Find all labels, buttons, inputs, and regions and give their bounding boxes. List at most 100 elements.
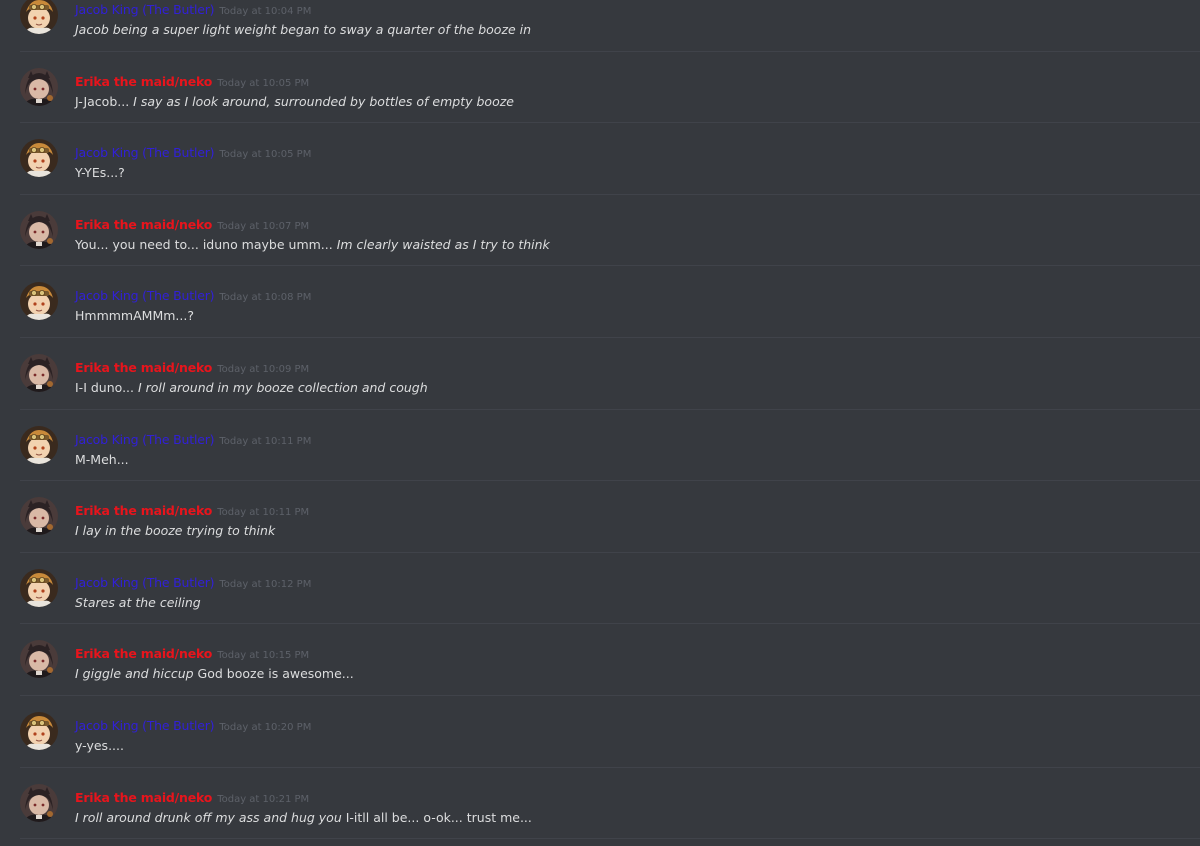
message-text-italic: I roll around drunk off my ass and hug y… — [75, 809, 342, 825]
message-body: Erika the maid/neko Today at 10:07 PM You.… — [75, 216, 1200, 254]
message-header: Erika the maid/neko Today at 10:11 PM — [75, 502, 1200, 518]
author-name[interactable]: Erika the maid/neko — [75, 217, 212, 232]
message-header: Erika the maid/neko Today at 10:21 PM — [75, 789, 1200, 805]
message-body: Erika the maid/neko Today at 10:09 PM I-I … — [75, 359, 1200, 397]
message-content: You... you need to... iduno maybe umm...… — [75, 236, 1200, 254]
avatar[interactable] — [20, 425, 58, 464]
message-body: Erika the maid/neko Today at 10:05 PM J-Ja… — [75, 73, 1200, 111]
message-content: Y-YEs...? — [75, 164, 1200, 182]
message-text: Y-YEs...? — [75, 165, 125, 181]
message-header: Jacob King (The Butler) Today at 10:12 PM — [75, 574, 1200, 590]
timestamp: Today at 10:15 PM — [217, 650, 310, 662]
message-text: M-Meh... — [75, 451, 129, 467]
message-body: Jacob King (The Butler) Today at 10:11 PM… — [75, 431, 1200, 469]
message-group: Erika the maid/neko Today at 10:15 PM I gi… — [20, 624, 1200, 696]
message-text: J-Jacob... — [75, 93, 134, 109]
message-header: Jacob King (The Butler) Today at 10:20 PM — [75, 717, 1200, 733]
timestamp: Today at 10:09 PM — [217, 363, 310, 375]
timestamp: Today at 10:05 PM — [217, 77, 310, 89]
message-group: Jacob King (The Butler) Today at 10:20 PM… — [20, 696, 1200, 768]
author-name[interactable]: Jacob King (The Butler) — [75, 288, 215, 303]
message-header: Erika the maid/neko Today at 10:15 PM — [75, 645, 1200, 661]
message-group: Erika the maid/neko Today at 10:05 PM J-Ja… — [20, 52, 1200, 124]
message-body: Jacob King (The Butler) Today at 10:12 PM… — [75, 574, 1200, 612]
message-header: Jacob King (The Butler) Today at 10:11 PM — [75, 431, 1200, 447]
message-text-italic: I say as I look around, surrounded by bo… — [133, 93, 514, 109]
message-group: Erika the maid/neko Today at 10:07 PM You.… — [20, 195, 1200, 267]
message-content: HmmmmAMMm...? — [75, 307, 1200, 325]
author-name[interactable]: Jacob King (The Butler) — [75, 718, 215, 733]
timestamp: Today at 10:21 PM — [217, 793, 310, 805]
avatar[interactable] — [20, 353, 58, 392]
author-name[interactable]: Jacob King (The Butler) — [75, 2, 215, 17]
message-header: Erika the maid/neko Today at 10:07 PM — [75, 216, 1200, 232]
author-name[interactable]: Erika the maid/neko — [75, 74, 212, 89]
timestamp: Today at 10:12 PM — [219, 578, 312, 590]
avatar[interactable] — [20, 210, 58, 249]
message-body: Erika the maid/neko Today at 10:11 PM I la… — [75, 502, 1200, 540]
message-content: y-yes.... — [75, 737, 1200, 755]
message-text: I-itll all be... o-ok... trust me... — [341, 809, 532, 825]
message-body: Jacob King (The Butler) Today at 10:20 PM… — [75, 717, 1200, 755]
message-group: Jacob King (The Butler) Today at 10:11 PM… — [20, 410, 1200, 482]
author-name[interactable]: Erika the maid/neko — [75, 646, 212, 661]
message-header: Erika the maid/neko Today at 10:09 PM — [75, 359, 1200, 375]
message-group: Jacob King (The Butler) Today at 10:05 PM… — [20, 123, 1200, 195]
message-text-italic: I giggle and hiccup — [75, 666, 194, 682]
message-group: Jacob King (The Butler) Today at 10:12 PM… — [20, 553, 1200, 625]
avatar[interactable] — [20, 497, 58, 536]
avatar[interactable] — [20, 711, 58, 750]
message-text: You... you need to... iduno maybe umm... — [75, 236, 337, 252]
author-name[interactable]: Erika the maid/neko — [75, 503, 212, 518]
message-group: Jacob King (The Butler) Today at 10:08 PM… — [20, 266, 1200, 338]
message-list[interactable]: Jacob King (The Butler) Today at 10:04 PM… — [0, 0, 1200, 840]
timestamp: Today at 10:08 PM — [219, 292, 312, 304]
message-content: I-I duno... I roll around in my booze co… — [75, 379, 1200, 397]
timestamp: Today at 10:11 PM — [217, 507, 310, 519]
message-header: Jacob King (The Butler) Today at 10:08 PM — [75, 287, 1200, 303]
message-text: y-yes.... — [75, 737, 124, 753]
message-group: Erika the maid/neko Today at 10:11 PM I la… — [20, 481, 1200, 553]
author-name[interactable]: Jacob King (The Butler) — [75, 145, 215, 160]
message-group: Erika the maid/neko Today at 10:21 PM I ro… — [20, 768, 1200, 840]
avatar[interactable] — [20, 783, 58, 822]
avatar[interactable] — [20, 282, 58, 321]
message-content: M-Meh... — [75, 451, 1200, 469]
message-content: I lay in the booze trying to think — [75, 522, 1200, 540]
message-body: Jacob King (The Butler) Today at 10:04 PM… — [75, 1, 1200, 39]
message-text-italic: Stares at the ceiling — [75, 594, 201, 610]
author-name[interactable]: Jacob King (The Butler) — [75, 575, 215, 590]
timestamp: Today at 10:05 PM — [219, 149, 312, 161]
message-content: I roll around drunk off my ass and hug y… — [75, 809, 1200, 827]
avatar[interactable] — [20, 0, 58, 34]
avatar[interactable] — [20, 67, 58, 106]
author-name[interactable]: Jacob King (The Butler) — [75, 432, 215, 447]
message-header: Jacob King (The Butler) Today at 10:05 PM — [75, 144, 1200, 160]
message-text-italic: Im clearly waisted as I try to think — [336, 236, 550, 252]
message-body: Jacob King (The Butler) Today at 10:05 PM… — [75, 144, 1200, 182]
message-body: Jacob King (The Butler) Today at 10:08 PM… — [75, 287, 1200, 325]
message-group: Erika the maid/neko Today at 10:09 PM I-I … — [20, 338, 1200, 410]
message-content: J-Jacob... I say as I look around, surro… — [75, 93, 1200, 111]
avatar[interactable] — [20, 139, 58, 178]
message-text: God booze is awesome... — [193, 666, 354, 682]
message-text-italic: Jacob being a super light weight began t… — [75, 22, 532, 37]
message-content: Jacob being a super light weight began t… — [75, 21, 1200, 39]
author-name[interactable]: Erika the maid/neko — [75, 360, 212, 375]
timestamp: Today at 10:11 PM — [219, 435, 312, 447]
message-text: I-I duno... — [75, 379, 138, 395]
message-content: I giggle and hiccup God booze is awesome… — [75, 665, 1200, 683]
message-header: Jacob King (The Butler) Today at 10:04 PM — [75, 1, 1200, 17]
timestamp: Today at 10:07 PM — [217, 220, 310, 232]
message-header: Erika the maid/neko Today at 10:05 PM — [75, 73, 1200, 89]
message-body: Erika the maid/neko Today at 10:15 PM I gi… — [75, 645, 1200, 683]
avatar[interactable] — [20, 640, 58, 679]
message-content: Stares at the ceiling — [75, 594, 1200, 612]
message-text-italic: I roll around in my booze collection and… — [137, 379, 428, 395]
avatar[interactable] — [20, 568, 58, 607]
message-group: Jacob King (The Butler) Today at 10:04 PM… — [20, 0, 1200, 52]
timestamp: Today at 10:20 PM — [219, 721, 312, 733]
author-name[interactable]: Erika the maid/neko — [75, 790, 212, 805]
message-body: Erika the maid/neko Today at 10:21 PM I ro… — [75, 789, 1200, 827]
timestamp: Today at 10:04 PM — [219, 6, 312, 17]
